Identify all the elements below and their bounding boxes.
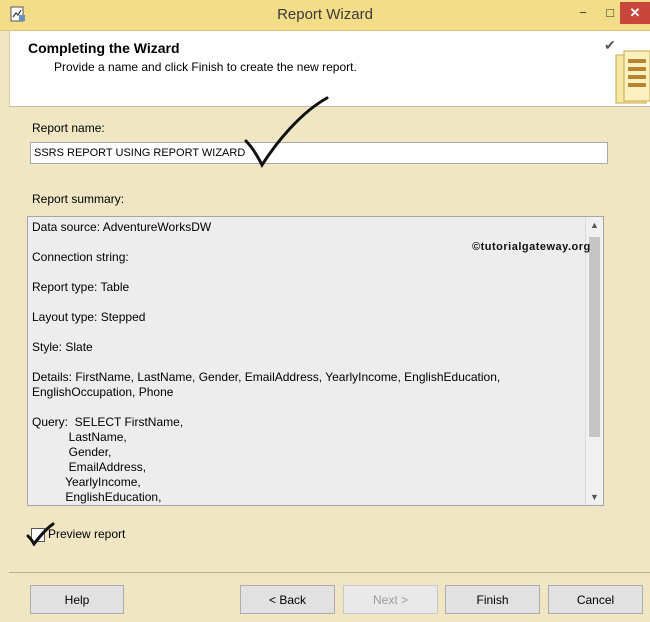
summary-line: Gender, bbox=[32, 445, 112, 459]
summary-line bbox=[32, 400, 584, 415]
cancel-button[interactable]: Cancel bbox=[548, 585, 643, 614]
summary-scrollbar[interactable]: ▲ ▼ bbox=[585, 217, 603, 505]
summary-line: Report type: Table bbox=[32, 280, 130, 294]
summary-line: EmailAddress, bbox=[32, 460, 147, 474]
window-title: Report Wizard bbox=[277, 6, 373, 23]
summary-line: Data source: AdventureWorksDW bbox=[32, 220, 212, 234]
preview-report-label: Preview report bbox=[48, 527, 126, 541]
summary-line: Query: SELECT FirstName, bbox=[32, 415, 184, 429]
wizard-header: Completing the Wizard Provide a name and… bbox=[9, 31, 650, 106]
summary-line bbox=[32, 355, 584, 370]
title-bar: Report Wizard − □ ✕ bbox=[0, 0, 650, 31]
summary-line bbox=[32, 295, 584, 310]
summary-line: Style: Slate bbox=[32, 340, 93, 354]
wizard-footer: Help < Back Next > Finish Cancel bbox=[9, 573, 650, 622]
report-name-input[interactable]: SSRS REPORT USING REPORT WIZARD bbox=[30, 142, 608, 164]
wizard-content: Report name: SSRS REPORT USING REPORT WI… bbox=[9, 107, 650, 572]
summary-line bbox=[32, 265, 584, 280]
summary-line bbox=[32, 325, 584, 340]
summary-line: Layout type: Stepped bbox=[32, 310, 146, 324]
scrollbar-thumb[interactable] bbox=[589, 237, 600, 437]
wizard-banner-graphic bbox=[615, 50, 650, 104]
report-summary-text: Data source: AdventureWorksDW Connection… bbox=[32, 220, 584, 505]
page-subtitle: Provide a name and click Finish to creat… bbox=[54, 60, 357, 74]
watermark: ©tutorialgateway.org bbox=[472, 241, 591, 253]
report-summary-box[interactable]: Data source: AdventureWorksDW Connection… bbox=[27, 216, 604, 506]
scroll-up-arrow-icon[interactable]: ▲ bbox=[586, 217, 603, 233]
help-button[interactable]: Help bbox=[30, 585, 124, 614]
close-button[interactable]: ✕ bbox=[620, 2, 650, 24]
scroll-down-arrow-icon[interactable]: ▼ bbox=[586, 489, 603, 505]
report-name-label: Report name: bbox=[32, 121, 105, 135]
summary-line: EnglishOccupation, Phone bbox=[32, 385, 174, 399]
report-summary-label: Report summary: bbox=[32, 192, 125, 206]
summary-line: LastName, bbox=[32, 430, 127, 444]
back-button[interactable]: < Back bbox=[240, 585, 335, 614]
preview-report-checkbox[interactable] bbox=[31, 528, 45, 542]
page-title: Completing the Wizard bbox=[28, 40, 180, 56]
summary-line: Details: FirstName, LastName, Gender, Em… bbox=[32, 370, 501, 384]
next-button[interactable]: Next > bbox=[343, 585, 438, 614]
finish-button[interactable]: Finish bbox=[445, 585, 540, 614]
summary-line: EnglishEducation, bbox=[32, 490, 162, 504]
summary-line: YearlyIncome, bbox=[32, 475, 141, 489]
